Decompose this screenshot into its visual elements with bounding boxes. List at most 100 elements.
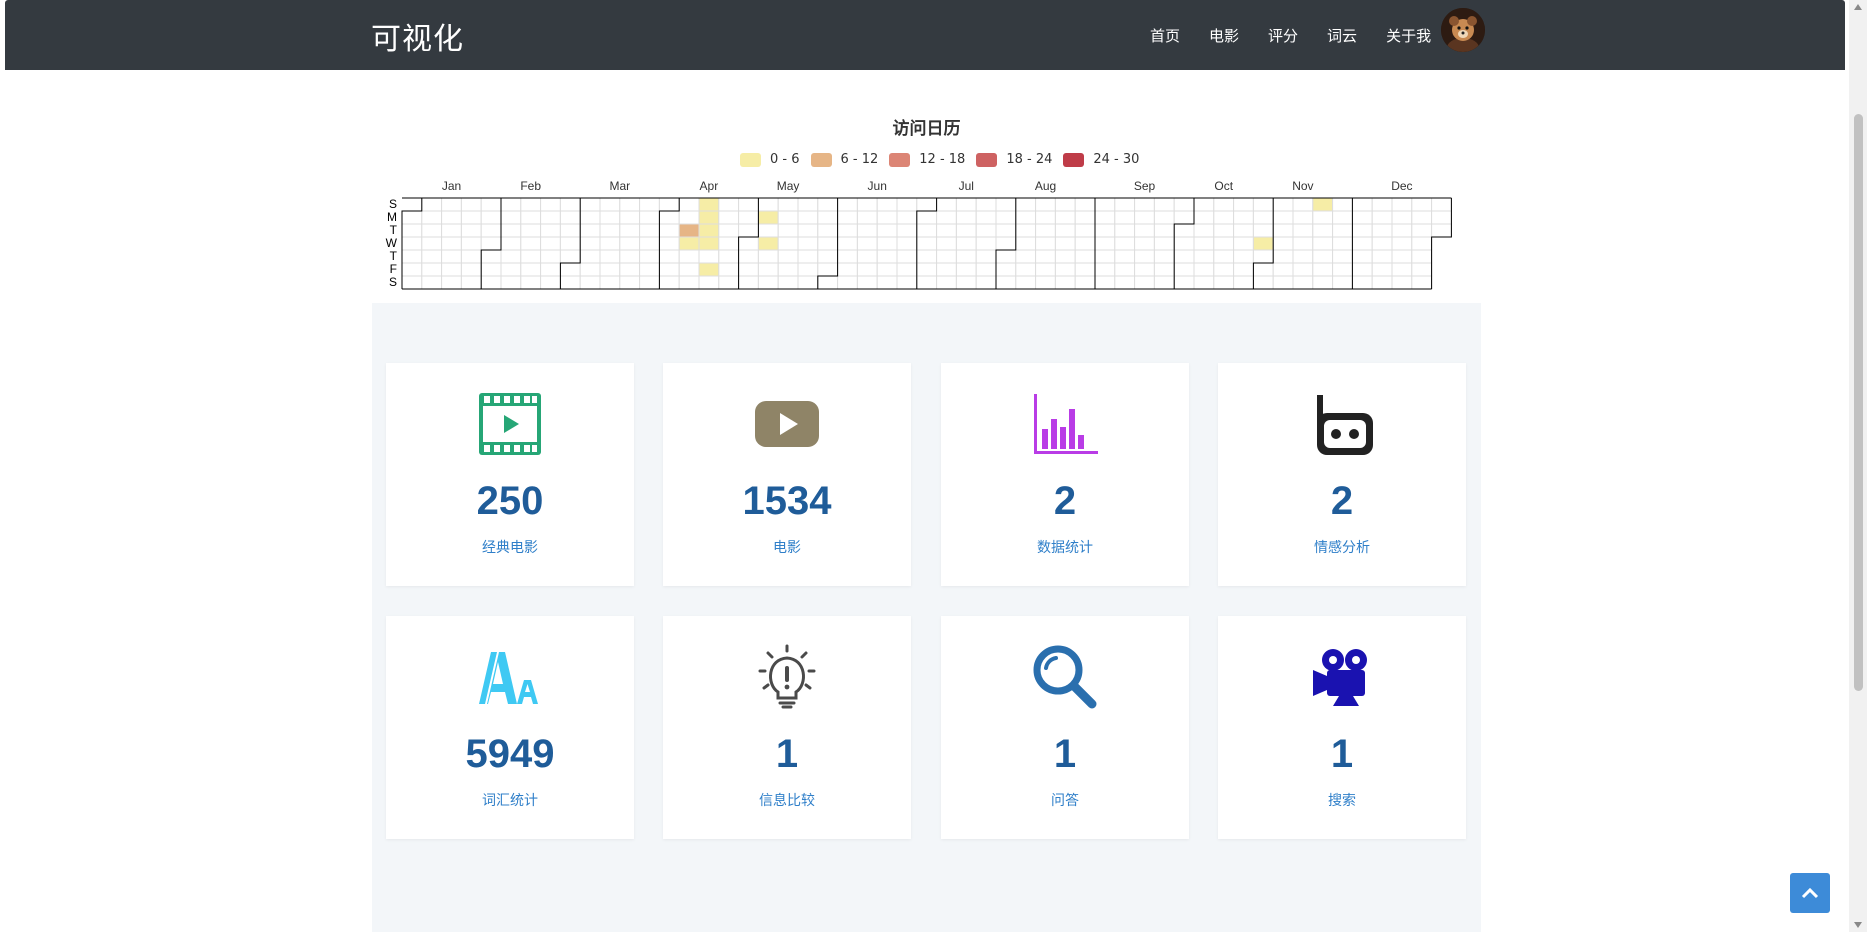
stat-label[interactable]: 问答: [941, 790, 1189, 810]
scroll-up-arrow-icon[interactable]: [1854, 4, 1862, 10]
calendar-day-cell: [1153, 249, 1175, 264]
stat-label[interactable]: 词汇统计: [386, 790, 634, 810]
calendar-day-cell: [540, 249, 561, 264]
legend-item[interactable]: 12 - 18: [889, 152, 965, 167]
calendar-day-cell: [1114, 262, 1136, 277]
scroll-down-arrow-icon[interactable]: [1854, 922, 1862, 928]
calendar-day-cell: [500, 249, 522, 264]
month-label: Jul: [959, 179, 974, 193]
stat-label[interactable]: 情感分析: [1218, 537, 1466, 557]
legend-item[interactable]: 18 - 24: [976, 152, 1052, 167]
calendar-day-cell: [1114, 249, 1136, 264]
calendar-day-cell: [916, 275, 938, 290]
calendar-day-cell: [777, 262, 799, 277]
calendar-day-cell: [1094, 275, 1116, 290]
calendar-day-cell: [856, 236, 878, 251]
calendar-day-cell: [757, 197, 779, 212]
stat-label[interactable]: 数据统计: [941, 537, 1189, 557]
calendar-day-cell: [975, 236, 997, 251]
stat-card-sentiment[interactable]: 2 情感分析: [1218, 363, 1466, 586]
stat-card-classic-movies[interactable]: 250 经典电影: [386, 363, 634, 586]
stat-card-search[interactable]: 1 搜索: [1218, 616, 1466, 839]
nav-link-wordcloud[interactable]: 词云: [1327, 25, 1357, 46]
calendar-day-cell: [1312, 236, 1334, 251]
weekday-label: W: [386, 236, 398, 250]
nav-link-ratings[interactable]: 评分: [1268, 25, 1298, 46]
calendar-day-cell: [1054, 275, 1076, 290]
calendar-day-cell: [1233, 249, 1254, 264]
stat-label[interactable]: 电影: [663, 537, 911, 557]
calendar-day-cell: [936, 262, 957, 277]
calendar-day-cell: [1312, 249, 1334, 264]
calendar-day-cell: [421, 275, 443, 290]
calendar-day-cell: [837, 223, 858, 238]
calendar-day-cell: [817, 236, 839, 251]
nav-link-home[interactable]: 首页: [1150, 25, 1180, 46]
legend-item[interactable]: 24 - 30: [1063, 152, 1139, 167]
calendar-day-cell: [975, 275, 997, 290]
calendar-day-cell: [1351, 223, 1373, 238]
calendar-day-cell: [599, 210, 621, 225]
brand-logo[interactable]: 可视化: [371, 14, 464, 58]
user-avatar[interactable]: [1441, 8, 1485, 52]
calendar-day-cell: [896, 262, 918, 277]
calendar-day-cell: [916, 197, 938, 212]
calendar-day-cell: [1371, 197, 1393, 212]
stat-label[interactable]: 信息比较: [663, 790, 911, 810]
nav-link-about[interactable]: 关于我: [1386, 25, 1431, 46]
calendar-day-cell: [421, 262, 443, 277]
calendar-day-cell: [500, 223, 522, 238]
calendar-day-cell: [1213, 223, 1235, 238]
legend-item[interactable]: 6 - 12: [810, 152, 878, 167]
calendar-day-cell: [441, 262, 462, 277]
calendar-day-cell: [1153, 197, 1175, 212]
calendar-day-cell: [1054, 197, 1076, 212]
stat-card-info-compare[interactable]: 1 信息比较: [663, 616, 911, 839]
stat-label[interactable]: 经典电影: [386, 537, 634, 557]
calendar-day-cell: [480, 249, 502, 264]
bar-chart-icon: [941, 391, 1189, 461]
calendar-day-cell: [738, 262, 759, 277]
calendar-day-cell: [995, 249, 1017, 264]
calendar-day-cell: [1411, 210, 1433, 225]
weekday-label: S: [389, 275, 397, 289]
calendar-day-cell: [1371, 223, 1393, 238]
calendar-day-cell: [698, 210, 720, 225]
scroll-thumb[interactable]: [1854, 114, 1863, 691]
calendar-day-cell: [817, 210, 839, 225]
legend-label: 18 - 24: [1006, 152, 1053, 167]
calendar-day-cell: [639, 275, 660, 290]
page-scrollbar[interactable]: [1849, 0, 1867, 932]
calendar-day-cell: [619, 249, 641, 264]
calendar-day-cell: [1411, 249, 1433, 264]
weekday-label: T: [390, 249, 398, 263]
back-to-top-button[interactable]: [1790, 873, 1830, 913]
calendar-day-cell: [1015, 249, 1037, 264]
calendar-day-cell: [698, 262, 720, 277]
calendar-day-cell: [936, 210, 957, 225]
calendar-day-cell: [975, 262, 997, 277]
nav-link-movies[interactable]: 电影: [1209, 25, 1239, 46]
stat-card-vocabulary[interactable]: 5949 词汇统计: [386, 616, 634, 839]
calendar-day-cell: [678, 197, 700, 212]
calendar-day-cell: [1272, 236, 1294, 251]
stat-card-movies[interactable]: 1534 电影: [663, 363, 911, 586]
calendar-day-cell: [1351, 236, 1373, 251]
calendar-day-cell: [1411, 275, 1433, 290]
stat-label[interactable]: 搜索: [1218, 790, 1466, 810]
calendar-day-cell: [1193, 223, 1215, 238]
calendar-day-cell: [975, 210, 997, 225]
calendar-day-cell: [1094, 210, 1116, 225]
calendar-day-cell: [757, 275, 779, 290]
calendar-day-cell: [837, 236, 858, 251]
legend-item[interactable]: 0 - 6: [740, 152, 800, 167]
stat-card-data-statistics[interactable]: 2 数据统计: [941, 363, 1189, 586]
calendar-day-cell: [480, 210, 502, 225]
stat-card-qa[interactable]: 1 问答: [941, 616, 1189, 839]
calendar-day-cell: [1252, 275, 1274, 290]
calendar-day-cell: [955, 275, 977, 290]
calendar-day-cell: [757, 236, 779, 251]
calendar-day-cell: [1411, 223, 1433, 238]
calendar-day-cell: [520, 197, 542, 212]
calendar-day-cell: [678, 210, 700, 225]
